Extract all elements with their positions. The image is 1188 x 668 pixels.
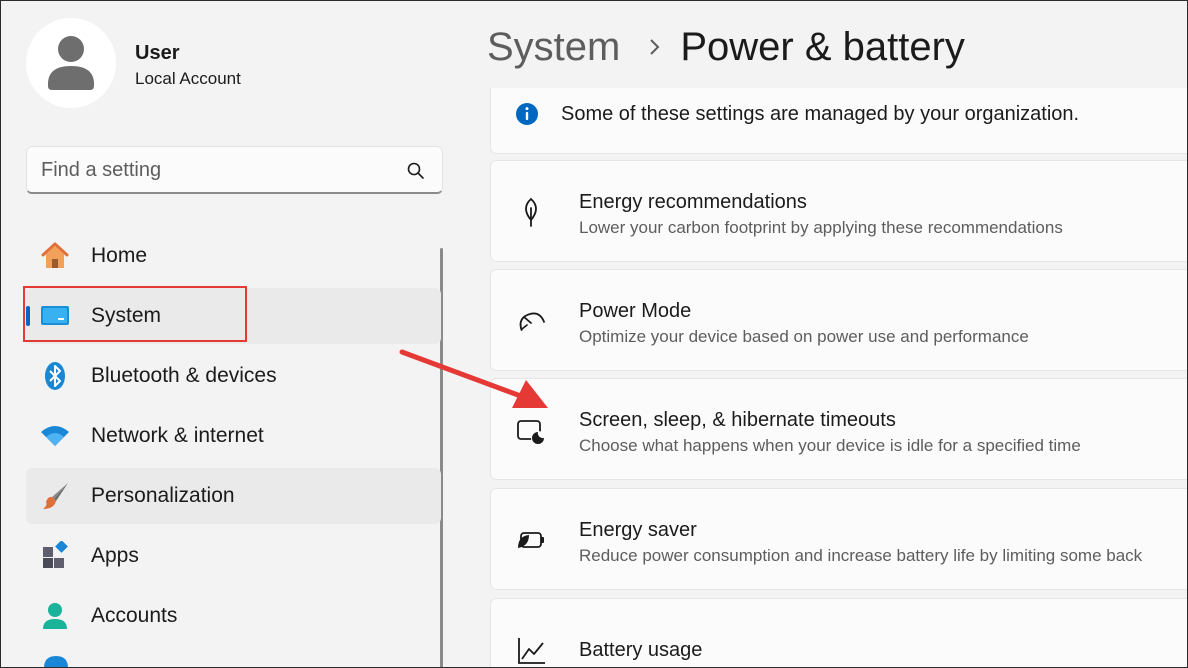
sidebar: User Local Account Home System Bluet: [0, 0, 460, 668]
sidebar-item-network[interactable]: Network & internet: [26, 408, 441, 464]
annotation-highlight-box: [23, 286, 247, 342]
home-icon: [41, 242, 69, 268]
card-description: Choose what happens when your device is …: [579, 436, 1081, 455]
card-description: Lower your carbon footprint by applying …: [579, 218, 1063, 237]
screen-sleep-icon: [517, 420, 545, 445]
apps-icon: [43, 541, 68, 568]
battery-leaf-icon: [518, 532, 544, 548]
speedometer-icon: [519, 312, 546, 332]
page-title: Power & battery: [680, 24, 965, 69]
card-title: Energy recommendations: [579, 191, 807, 213]
org-notice-text: Some of these settings are managed by yo…: [561, 103, 1080, 125]
info-icon: [516, 103, 538, 125]
card-screen-sleep-timeouts[interactable]: Screen, sleep, & hibernate timeouts Choo…: [490, 378, 1188, 480]
paintbrush-icon: [43, 483, 68, 509]
sidebar-item-label: Accounts: [91, 604, 178, 627]
sidebar-item-label: Apps: [91, 544, 139, 567]
sidebar-item-label: Home: [91, 244, 148, 267]
card-battery-usage[interactable]: Battery usage: [490, 598, 1188, 668]
user-avatar-icon: [48, 36, 94, 90]
annotation-arrow: [399, 349, 548, 408]
chart-line-icon: [518, 638, 545, 664]
search-icon[interactable]: [406, 161, 426, 181]
breadcrumb-parent[interactable]: System: [487, 25, 620, 70]
org-notice-banner: Some of these settings are managed by yo…: [490, 88, 1188, 154]
sidebar-item-label: Network & internet: [91, 424, 264, 447]
account-type: Local Account: [135, 69, 241, 88]
card-title: Energy saver: [579, 519, 697, 541]
card-description: Optimize your device based on power use …: [579, 327, 1029, 346]
card-title: Battery usage: [579, 639, 703, 661]
sidebar-item-bluetooth[interactable]: Bluetooth & devices: [26, 348, 441, 404]
card-description: Reduce power consumption and increase ba…: [579, 546, 1143, 565]
card-energy-saver[interactable]: Energy saver Reduce power consumption an…: [490, 488, 1188, 590]
sidebar-item-label: Personalization: [91, 484, 235, 507]
breadcrumb: System Power & battery: [487, 22, 965, 72]
sidebar-item-apps[interactable]: Apps: [26, 528, 441, 584]
person-icon: [43, 603, 67, 629]
user-name: User: [135, 42, 180, 64]
search-box[interactable]: [26, 146, 443, 194]
avatar[interactable]: [26, 18, 116, 108]
card-title: Screen, sleep, & hibernate timeouts: [579, 409, 896, 431]
search-input[interactable]: [41, 156, 391, 184]
sidebar-item-home[interactable]: Home: [26, 228, 441, 284]
chevron-right-icon: [650, 39, 660, 55]
sidebar-item-personalization[interactable]: Personalization: [26, 468, 441, 524]
bluetooth-icon: [45, 362, 65, 390]
sidebar-item-accounts[interactable]: Accounts: [26, 588, 441, 644]
globe-icon: [44, 656, 68, 668]
sidebar-item-label: Bluetooth & devices: [91, 364, 277, 387]
card-power-mode[interactable]: Power Mode Optimize your device based on…: [490, 269, 1188, 371]
card-energy-recommendations[interactable]: Energy recommendations Lower your carbon…: [490, 160, 1188, 262]
leaf-icon: [525, 197, 537, 227]
card-title: Power Mode: [579, 300, 692, 322]
wifi-icon: [41, 426, 69, 446]
